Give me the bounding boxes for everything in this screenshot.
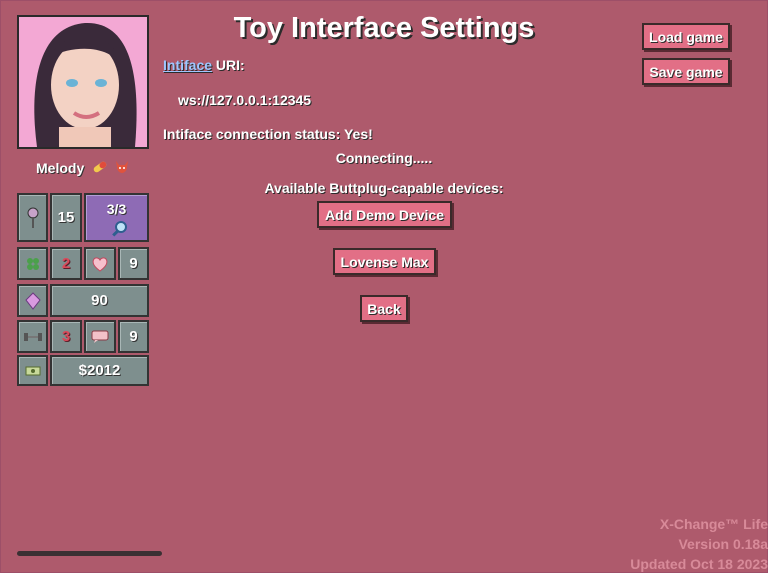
cash-icon <box>25 366 40 375</box>
intiface-link[interactable]: Intiface <box>163 57 212 73</box>
speech-value: 9 <box>118 320 149 353</box>
strength-icon-box <box>17 320 48 353</box>
load-game-button[interactable]: Load game <box>642 23 730 50</box>
dumbbell-icon <box>23 332 42 341</box>
connecting-text: Connecting..... <box>335 150 433 166</box>
uri-value[interactable]: ws://127.0.0.1:12345 <box>178 92 311 108</box>
connection-status: Intiface connection status: Yes! <box>163 126 373 142</box>
speech-icon-box <box>84 320 116 353</box>
uses-value: 3/3 <box>106 201 127 217</box>
version-text: Version 0.18a <box>678 536 768 552</box>
uri-label: URI: <box>212 57 245 73</box>
lust-value: 15 <box>50 193 82 242</box>
luck-icon-box <box>17 247 48 280</box>
luck-value: 2 <box>50 247 82 280</box>
lovense-max-button[interactable]: Lovense Max <box>333 248 436 275</box>
speech-bubble-icon <box>91 330 109 343</box>
crystal-icon <box>24 291 41 310</box>
heart-icon-box <box>84 247 116 280</box>
devices-heading: Available Buttplug-capable devices: <box>264 180 504 196</box>
add-demo-device-button[interactable]: Add Demo Device <box>317 201 452 228</box>
bottom-bar <box>17 551 162 556</box>
magnifier-icon <box>112 221 127 237</box>
save-game-button[interactable]: Save game <box>642 58 730 85</box>
crystal-value: 90 <box>50 284 149 317</box>
lollipop-icon <box>27 207 38 228</box>
money-value: $2012 <box>50 355 149 386</box>
heart-icon <box>92 256 108 272</box>
lust-stat-icon-box <box>17 193 48 242</box>
heart-value: 9 <box>118 247 149 280</box>
updated-text: Updated Oct 18 2023 <box>630 556 768 572</box>
uses-box[interactable]: 3/3 <box>84 193 149 242</box>
uri-label-row: Intiface URI: <box>163 57 245 73</box>
back-button[interactable]: Back <box>360 295 408 322</box>
crystal-icon-box <box>17 284 48 317</box>
game-name: X-Change™ Life <box>659 516 768 532</box>
strength-value: 3 <box>50 320 82 353</box>
clover-icon <box>26 257 39 270</box>
money-icon-box <box>17 355 48 386</box>
